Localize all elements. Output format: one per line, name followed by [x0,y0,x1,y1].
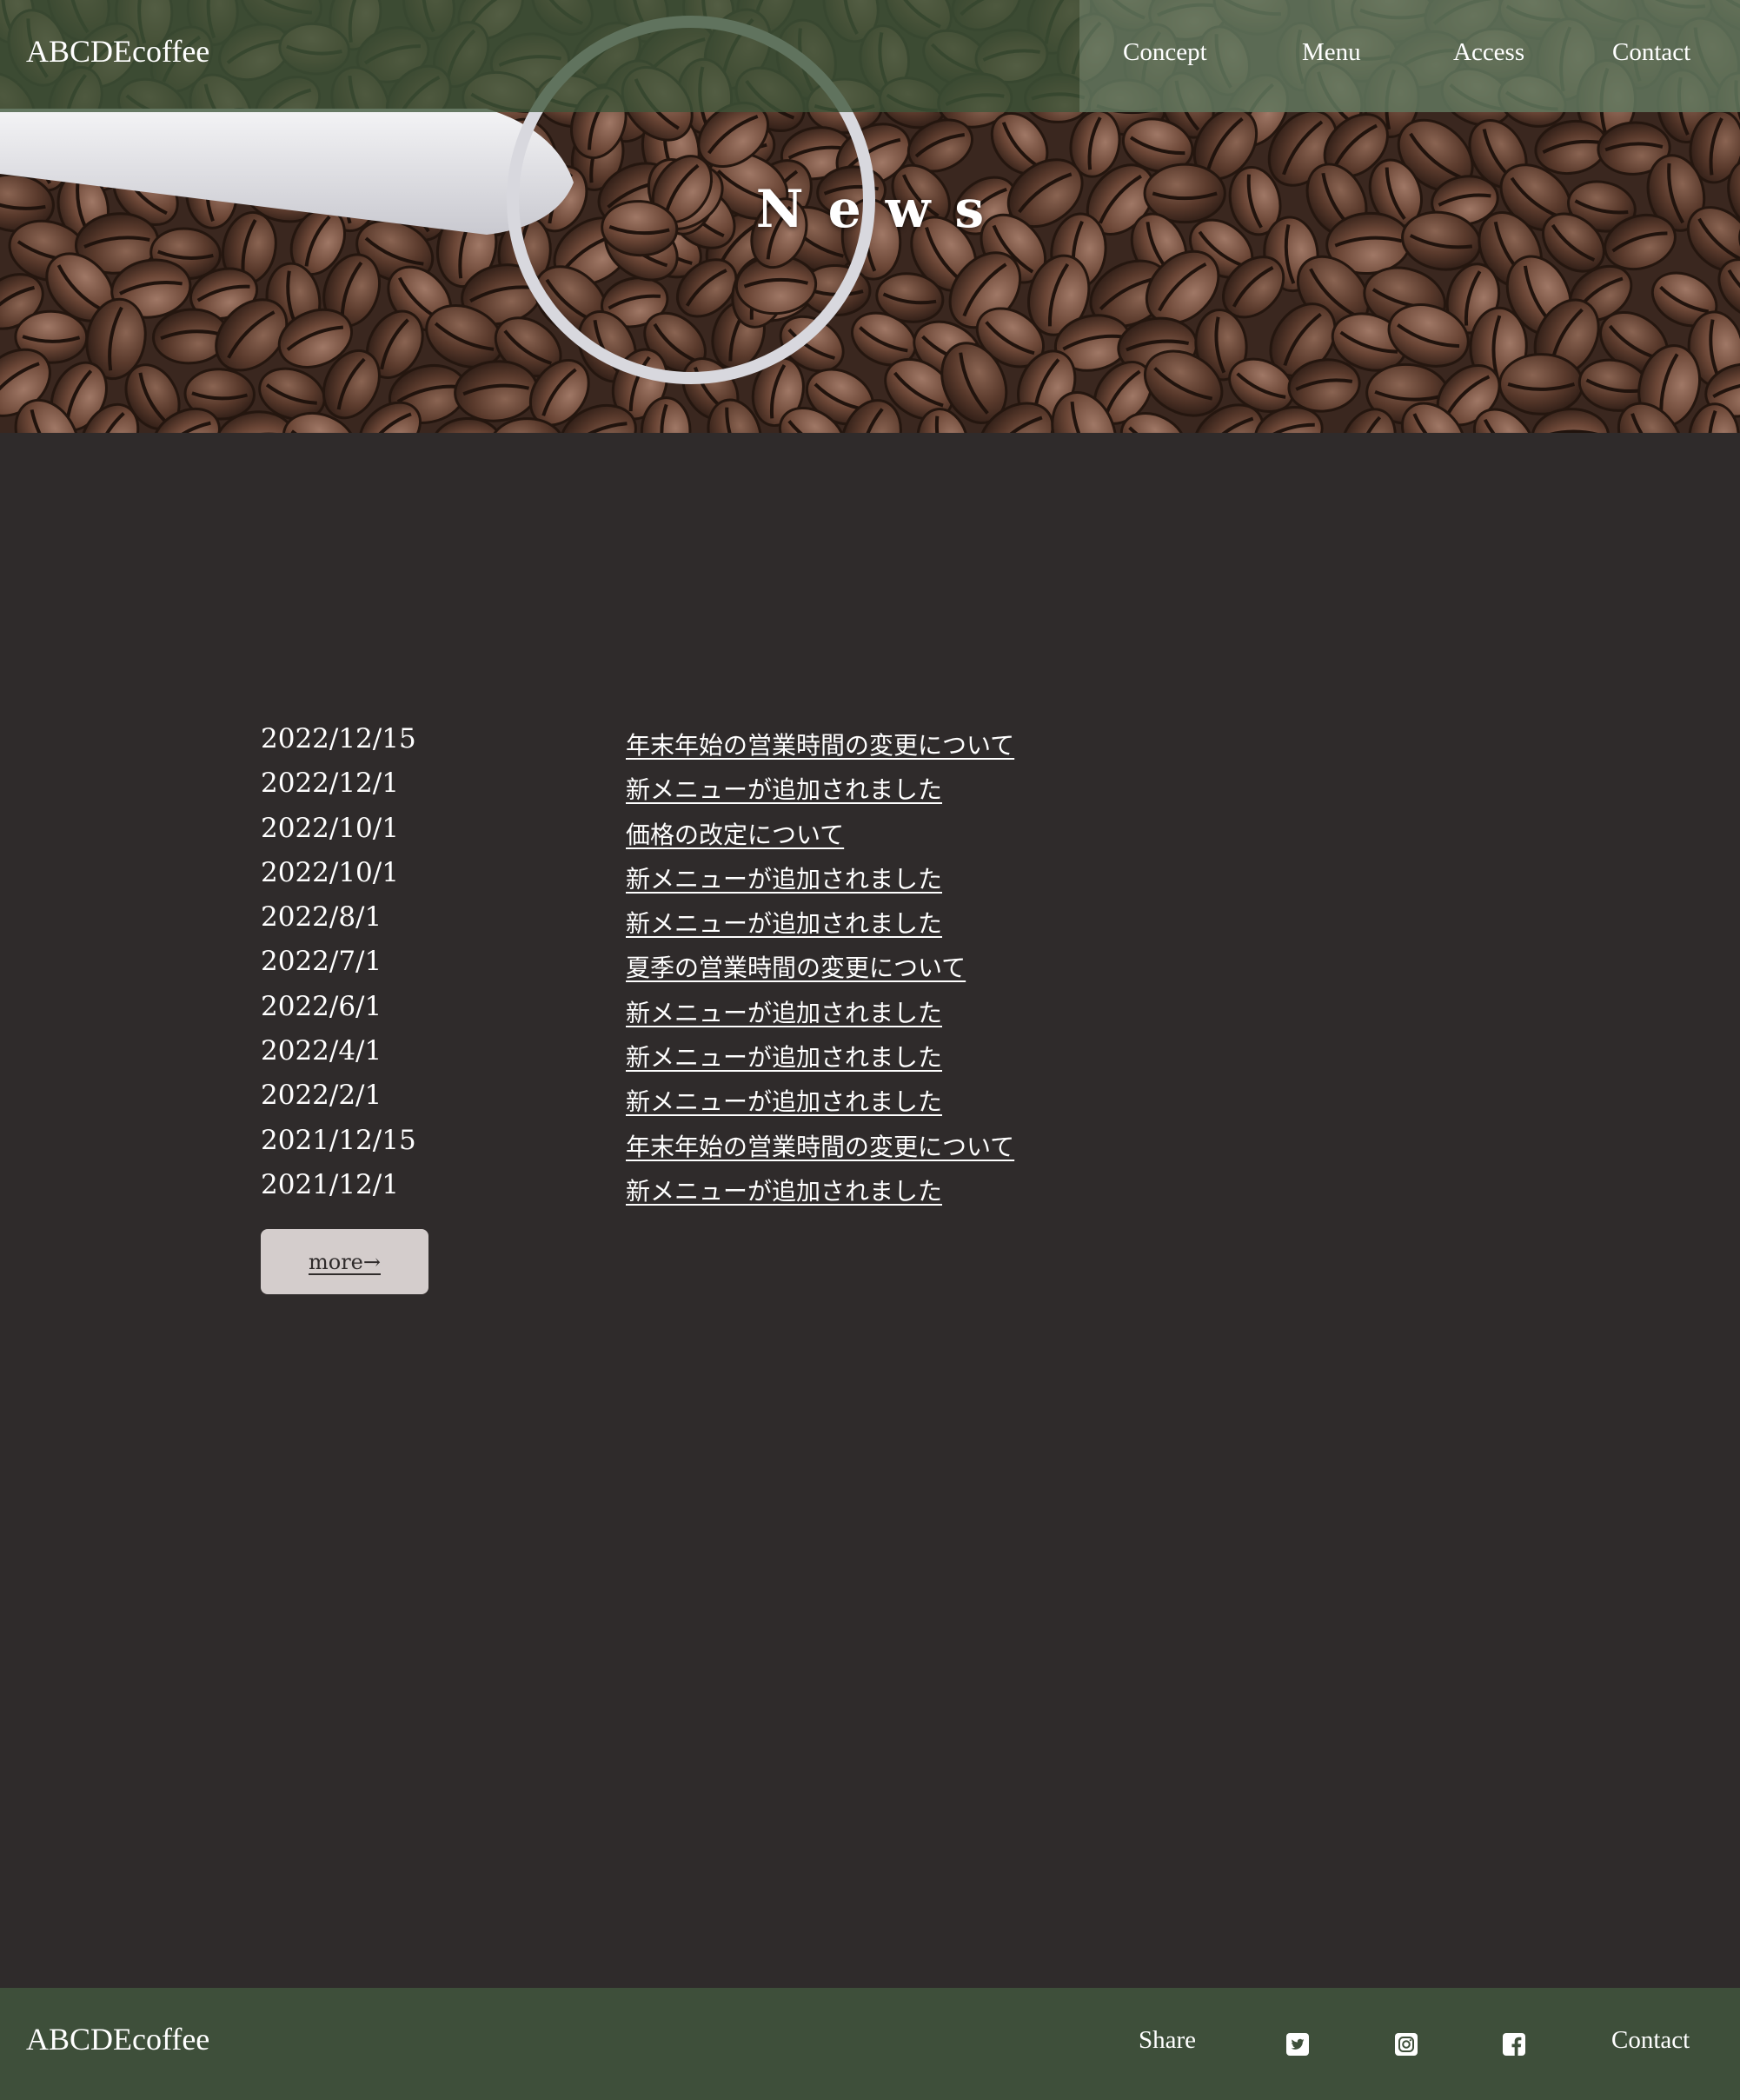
more-button[interactable]: more→ [261,1229,428,1294]
news-date: 2022/10/1 [261,856,399,888]
news-item: 2022/4/1 新メニューが追加されました [261,1035,1304,1080]
news-date: 2022/8/1 [261,901,382,934]
news-date: 2021/12/15 [261,1124,416,1156]
news-item: 2022/12/15 年末年始の営業時間の変更について [261,723,1304,768]
news-date: 2022/4/1 [261,1035,382,1067]
nav-item-contact[interactable]: Contact [1612,38,1690,67]
twitter-icon[interactable] [1286,2033,1309,2056]
news-link[interactable]: 年末年始の営業時間の変更について [626,1128,1014,1163]
news-link[interactable]: 新メニューが追加されました [626,1083,942,1118]
news-list: 2022/12/15 年末年始の営業時間の変更について 2022/12/1 新メ… [261,723,1304,1213]
news-item: 2021/12/15 年末年始の営業時間の変更について [261,1125,1304,1169]
nav-item-menu[interactable]: Menu [1302,38,1361,67]
news-item: 2022/8/1 新メニューが追加されました [261,901,1304,946]
facebook-icon[interactable] [1503,2033,1525,2056]
instagram-icon[interactable] [1395,2033,1418,2056]
news-link[interactable]: 新メニューが追加されました [626,861,942,895]
share-label: Share [1139,2026,1197,2054]
nav-item-concept[interactable]: Concept [1123,38,1207,67]
news-item: 2022/10/1 新メニューが追加されました [261,857,1304,901]
news-link[interactable]: 新メニューが追加されました [626,1039,942,1073]
news-item: 2022/2/1 新メニューが追加されました [261,1080,1304,1124]
news-date: 2022/6/1 [261,990,382,1022]
news-item: 2022/7/1 夏季の営業時間の変更について [261,946,1304,990]
news-link[interactable]: 価格の改定について [626,816,844,851]
news-item: 2021/12/1 新メニューが追加されました [261,1169,1304,1213]
footer-logo[interactable]: ABCDEcoffee [26,2021,209,2057]
news-date: 2022/7/1 [261,946,382,978]
footer: ABCDEcoffee Share Contact [0,1988,1740,2100]
news-date: 2022/12/1 [261,768,399,800]
news-link[interactable]: 夏季の営業時間の変更について [626,949,966,984]
news-item: 2022/12/1 新メニューが追加されました [261,768,1304,812]
news-link[interactable]: 新メニューが追加されました [626,771,942,806]
news-date: 2022/12/15 [261,723,416,754]
news-item: 2022/10/1 価格の改定について [261,813,1304,857]
news-link[interactable]: 新メニューが追加されました [626,905,942,940]
news-link[interactable]: 年末年始の営業時間の変更について [626,727,1014,761]
main-nav: Concept Menu Access Contact [0,38,1740,73]
page-title: News [755,179,1009,240]
hero-banner: ABCDEcoffee Concept Menu Access Contact … [0,0,1740,433]
news-link[interactable]: 新メニューが追加されました [626,1173,942,1207]
news-item: 2022/6/1 新メニューが追加されました [261,991,1304,1035]
news-link[interactable]: 新メニューが追加されました [626,994,942,1029]
news-date: 2022/10/1 [261,812,399,844]
footer-contact-link[interactable]: Contact [1611,2026,1690,2055]
nav-item-access[interactable]: Access [1453,38,1524,67]
news-date: 2021/12/1 [261,1168,399,1200]
news-date: 2022/2/1 [261,1080,382,1112]
